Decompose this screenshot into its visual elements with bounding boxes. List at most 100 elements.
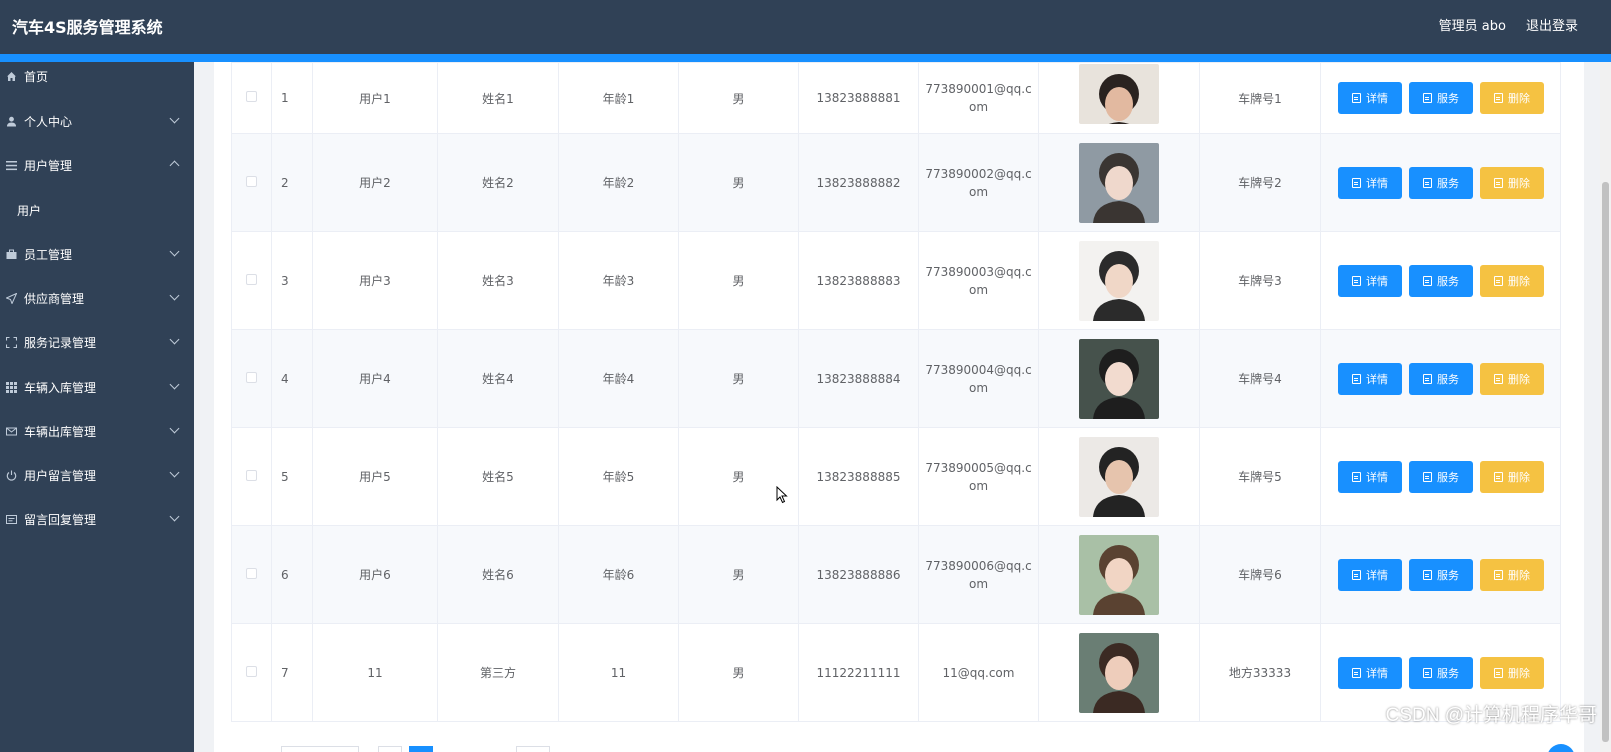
row-checkbox[interactable]	[246, 91, 257, 102]
vertical-scrollbar[interactable]	[1600, 62, 1611, 752]
cell-username: 用户3	[312, 231, 438, 330]
service-button[interactable]: 服务	[1409, 558, 1473, 591]
delete-button-label: 删除	[1508, 372, 1530, 386]
delete-button[interactable]: 删除	[1480, 166, 1544, 199]
row-checkbox[interactable]	[246, 567, 257, 579]
user-photo[interactable]	[1079, 64, 1159, 124]
row-checkbox[interactable]	[246, 469, 257, 481]
trash-icon	[1494, 373, 1503, 384]
delete-button[interactable]: 删除	[1480, 264, 1544, 297]
table-row: 7 11 第三方 11 男 11122211111 11@qq.com 地方33…	[231, 623, 1561, 722]
user-photo[interactable]	[1079, 338, 1159, 419]
service-button[interactable]: 服务	[1409, 656, 1473, 689]
service-button[interactable]: 服务	[1409, 166, 1473, 199]
user-photo[interactable]	[1079, 240, 1159, 321]
table-row: 4 用户4 姓名4 年龄4 男 13823888884 773890004@qq…	[231, 329, 1561, 428]
detail-button[interactable]: 详情	[1338, 362, 1402, 395]
cell-sex: 男	[678, 231, 799, 330]
service-button[interactable]: 服务	[1409, 264, 1473, 297]
chevron-down-icon	[169, 113, 180, 124]
pagination-next-button[interactable]	[516, 746, 550, 752]
pagination-prev-button[interactable]	[378, 746, 402, 752]
detail-button[interactable]: 详情	[1338, 460, 1402, 493]
admin-user-label[interactable]: 管理员 abo	[1439, 15, 1506, 34]
detail-button[interactable]: 详情	[1338, 166, 1402, 199]
sidebar-item-message-replies[interactable]: 留言回复管理	[0, 505, 194, 533]
cell-email: 773890005@qq.com	[918, 427, 1039, 526]
sidebar-item-label: 首页	[24, 69, 49, 84]
delete-button[interactable]: 删除	[1480, 558, 1544, 591]
cell-plate: 车牌号6	[1199, 525, 1321, 624]
service-button[interactable]: 服务	[1409, 362, 1473, 395]
cell-email: 773890006@qq.com	[918, 525, 1039, 624]
sidebar-item-staff-management[interactable]: 员工管理	[0, 240, 194, 268]
detail-button-label: 详情	[1366, 92, 1388, 105]
cell-age: 年龄6	[558, 525, 679, 624]
sidebar-item-home[interactable]: 首页	[0, 62, 194, 90]
cell-name: 姓名2	[437, 133, 559, 232]
trash-icon	[1494, 569, 1503, 580]
delete-button[interactable]: 删除	[1480, 82, 1544, 114]
chevron-down-icon	[169, 334, 180, 345]
detail-button-label: 详情	[1366, 372, 1388, 386]
cell-plate: 车牌号4	[1199, 329, 1321, 428]
service-button[interactable]: 服务	[1409, 82, 1473, 114]
detail-button[interactable]: 详情	[1338, 558, 1402, 591]
cell-plate: 车牌号1	[1199, 62, 1321, 134]
row-checkbox-cell	[231, 427, 272, 526]
row-checkbox[interactable]	[246, 665, 257, 677]
table-row: 1 用户1 姓名1 年龄1 男 13823888881 773890001@qq…	[231, 62, 1561, 134]
cell-sex: 男	[678, 133, 799, 232]
detail-button[interactable]: 详情	[1338, 656, 1402, 689]
sidebar-item-user-messages[interactable]: 用户留言管理	[0, 461, 194, 489]
row-index: 7	[271, 623, 313, 722]
sidebar-item-supplier-management[interactable]: 供应商管理	[0, 284, 194, 312]
user-photo[interactable]	[1079, 142, 1159, 223]
scrollbar-thumb[interactable]	[1602, 182, 1609, 742]
cell-phone: 13823888885	[798, 427, 919, 526]
user-photo[interactable]	[1079, 436, 1159, 517]
cell-username: 用户1	[312, 62, 438, 134]
row-checkbox[interactable]	[246, 273, 257, 285]
cell-sex: 男	[678, 427, 799, 526]
pagination-page-1[interactable]	[409, 746, 433, 752]
cell-plate: 地方33333	[1199, 623, 1321, 722]
delete-button[interactable]: 删除	[1480, 656, 1544, 689]
logout-link[interactable]: 退出登录	[1526, 15, 1578, 34]
cell-name: 姓名1	[437, 62, 559, 134]
detail-button-label: 详情	[1366, 176, 1388, 190]
pagination-size-select[interactable]	[281, 746, 359, 752]
document-icon	[1352, 93, 1361, 103]
delete-button[interactable]: 删除	[1480, 362, 1544, 395]
delete-button[interactable]: 删除	[1480, 460, 1544, 493]
document-icon	[1423, 667, 1432, 678]
chevron-down-icon	[169, 379, 180, 390]
user-photo[interactable]	[1079, 632, 1159, 713]
row-checkbox[interactable]	[246, 371, 257, 383]
cell-email: 773890003@qq.com	[918, 231, 1039, 330]
chevron-down-icon	[169, 467, 180, 478]
delete-button-label: 删除	[1508, 274, 1530, 288]
row-index: 3	[271, 231, 313, 330]
service-button[interactable]: 服务	[1409, 460, 1473, 493]
row-checkbox[interactable]	[246, 175, 257, 187]
cell-photo	[1038, 525, 1200, 624]
sidebar-item-service-records[interactable]: 服务记录管理	[0, 328, 194, 356]
sidebar-item-vehicle-outbound[interactable]: 车辆出库管理	[0, 417, 194, 445]
sidebar-item-personal-center[interactable]: 个人中心	[0, 107, 194, 135]
user-photo[interactable]	[1079, 534, 1159, 615]
row-checkbox-cell	[231, 62, 272, 134]
sidebar-item-user-management[interactable]: 用户管理	[0, 151, 194, 179]
header-accent-bar	[0, 54, 1611, 62]
row-index: 5	[271, 427, 313, 526]
detail-button[interactable]: 详情	[1338, 264, 1402, 297]
document-icon	[1352, 275, 1361, 286]
trash-icon	[1494, 471, 1503, 482]
trash-icon	[1494, 667, 1503, 678]
row-checkbox-cell	[231, 329, 272, 428]
detail-button[interactable]: 详情	[1338, 82, 1402, 114]
sidebar-subitem-user[interactable]: 用户	[0, 196, 194, 224]
cell-sex: 男	[678, 623, 799, 722]
cell-plate: 车牌号5	[1199, 427, 1321, 526]
sidebar-item-vehicle-inbound[interactable]: 车辆入库管理	[0, 373, 194, 401]
